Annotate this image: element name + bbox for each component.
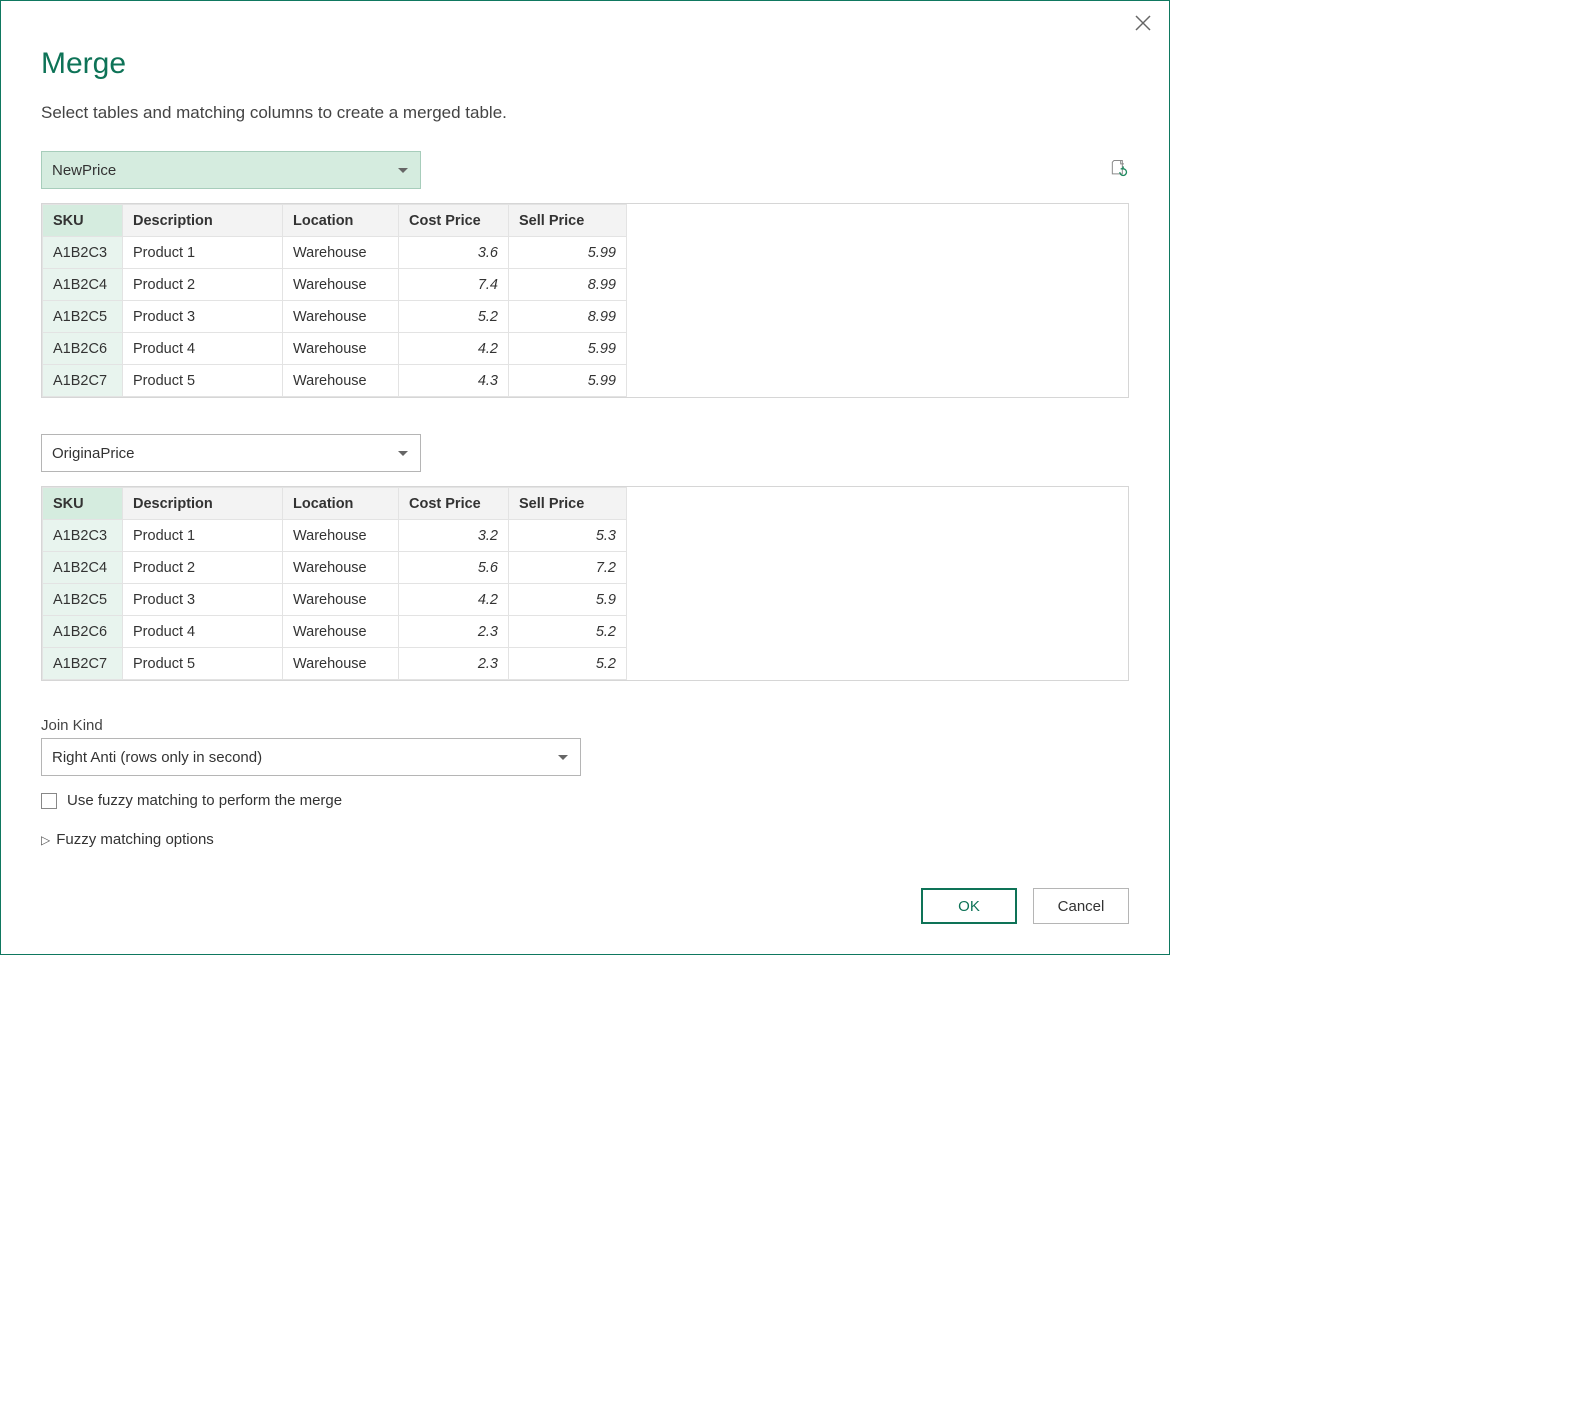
fuzzy-options-expander[interactable]: ▷ Fuzzy matching options — [41, 831, 1129, 848]
cell-sku: A1B2C6 — [43, 616, 123, 648]
cell-description: Product 4 — [123, 333, 283, 365]
table-row: A1B2C4Product 2Warehouse5.67.2 — [43, 552, 627, 584]
fuzzy-matching-checkbox[interactable] — [41, 793, 57, 809]
table-row: A1B2C3Product 1Warehouse3.25.3 — [43, 520, 627, 552]
cell-description: Product 2 — [123, 552, 283, 584]
cell-location: Warehouse — [283, 365, 399, 397]
first-table-value: NewPrice — [52, 162, 116, 179]
cell-description: Product 5 — [123, 365, 283, 397]
column-header-description[interactable]: Description — [123, 488, 283, 520]
table-row: A1B2C5Product 3Warehouse4.25.9 — [43, 584, 627, 616]
cell-sell-price: 5.99 — [509, 365, 627, 397]
table-row: A1B2C7Product 5Warehouse4.35.99 — [43, 365, 627, 397]
column-header-location[interactable]: Location — [283, 205, 399, 237]
cell-location: Warehouse — [283, 333, 399, 365]
column-header-description[interactable]: Description — [123, 205, 283, 237]
table-row: A1B2C4Product 2Warehouse7.48.99 — [43, 269, 627, 301]
table-header-row: SKU Description Location Cost Price Sell… — [43, 488, 627, 520]
fuzzy-matching-label: Use fuzzy matching to perform the merge — [67, 792, 342, 809]
cell-sku: A1B2C3 — [43, 237, 123, 269]
cell-description: Product 1 — [123, 237, 283, 269]
dialog-subtitle: Select tables and matching columns to cr… — [41, 103, 1129, 123]
cell-description: Product 5 — [123, 648, 283, 680]
cell-sku: A1B2C5 — [43, 301, 123, 333]
ok-button[interactable]: OK — [921, 888, 1017, 924]
first-table-preview: SKU Description Location Cost Price Sell… — [41, 203, 1129, 398]
cell-location: Warehouse — [283, 584, 399, 616]
cell-cost-price: 7.4 — [399, 269, 509, 301]
cell-location: Warehouse — [283, 269, 399, 301]
join-kind-label: Join Kind — [41, 717, 1129, 734]
dialog-title: Merge — [41, 47, 1129, 81]
cell-location: Warehouse — [283, 520, 399, 552]
chevron-down-icon — [558, 755, 568, 760]
join-kind-value: Right Anti (rows only in second) — [52, 749, 262, 766]
second-table-value: OriginaPrice — [52, 445, 135, 462]
cell-sell-price: 8.99 — [509, 301, 627, 333]
cell-cost-price: 3.2 — [399, 520, 509, 552]
cell-location: Warehouse — [283, 301, 399, 333]
close-icon[interactable] — [1133, 13, 1153, 38]
cell-location: Warehouse — [283, 616, 399, 648]
column-header-sell-price[interactable]: Sell Price — [509, 205, 627, 237]
cell-sell-price: 7.2 — [509, 552, 627, 584]
cell-description: Product 3 — [123, 584, 283, 616]
cell-sell-price: 5.2 — [509, 648, 627, 680]
cell-sell-price: 5.99 — [509, 237, 627, 269]
cell-cost-price: 2.3 — [399, 648, 509, 680]
column-header-cost-price[interactable]: Cost Price — [399, 488, 509, 520]
cell-sell-price: 8.99 — [509, 269, 627, 301]
cell-sku: A1B2C7 — [43, 648, 123, 680]
cell-sku: A1B2C6 — [43, 333, 123, 365]
cell-sell-price: 5.9 — [509, 584, 627, 616]
fuzzy-options-label: Fuzzy matching options — [56, 831, 214, 848]
cell-sku: A1B2C7 — [43, 365, 123, 397]
refresh-icon[interactable] — [1109, 157, 1129, 184]
cell-description: Product 2 — [123, 269, 283, 301]
chevron-down-icon — [398, 168, 408, 173]
cell-sku: A1B2C4 — [43, 552, 123, 584]
second-table-preview: SKU Description Location Cost Price Sell… — [41, 486, 1129, 681]
chevron-right-icon: ▷ — [41, 833, 50, 847]
cell-sku: A1B2C3 — [43, 520, 123, 552]
cell-sell-price: 5.3 — [509, 520, 627, 552]
table-row: A1B2C6Product 4Warehouse2.35.2 — [43, 616, 627, 648]
table-row: A1B2C3Product 1Warehouse3.65.99 — [43, 237, 627, 269]
table-row: A1B2C6Product 4Warehouse4.25.99 — [43, 333, 627, 365]
cell-sku: A1B2C5 — [43, 584, 123, 616]
column-header-sku[interactable]: SKU — [43, 488, 123, 520]
cancel-button[interactable]: Cancel — [1033, 888, 1129, 924]
table-row: A1B2C5Product 3Warehouse5.28.99 — [43, 301, 627, 333]
cell-cost-price: 5.6 — [399, 552, 509, 584]
column-header-location[interactable]: Location — [283, 488, 399, 520]
cell-sell-price: 5.99 — [509, 333, 627, 365]
cell-cost-price: 5.2 — [399, 301, 509, 333]
cell-cost-price: 4.2 — [399, 584, 509, 616]
table-header-row: SKU Description Location Cost Price Sell… — [43, 205, 627, 237]
column-header-cost-price[interactable]: Cost Price — [399, 205, 509, 237]
cell-description: Product 3 — [123, 301, 283, 333]
cell-sell-price: 5.2 — [509, 616, 627, 648]
cell-description: Product 4 — [123, 616, 283, 648]
cell-location: Warehouse — [283, 648, 399, 680]
cell-location: Warehouse — [283, 552, 399, 584]
cell-cost-price: 2.3 — [399, 616, 509, 648]
cell-sku: A1B2C4 — [43, 269, 123, 301]
cell-cost-price: 4.2 — [399, 333, 509, 365]
second-table-dropdown[interactable]: OriginaPrice — [41, 434, 421, 472]
column-header-sell-price[interactable]: Sell Price — [509, 488, 627, 520]
table-row: A1B2C7Product 5Warehouse2.35.2 — [43, 648, 627, 680]
chevron-down-icon — [398, 451, 408, 456]
cell-cost-price: 3.6 — [399, 237, 509, 269]
column-header-sku[interactable]: SKU — [43, 205, 123, 237]
merge-dialog: Merge Select tables and matching columns… — [0, 0, 1170, 955]
cell-description: Product 1 — [123, 520, 283, 552]
cell-cost-price: 4.3 — [399, 365, 509, 397]
first-table-dropdown[interactable]: NewPrice — [41, 151, 421, 189]
cell-location: Warehouse — [283, 237, 399, 269]
join-kind-dropdown[interactable]: Right Anti (rows only in second) — [41, 738, 581, 776]
